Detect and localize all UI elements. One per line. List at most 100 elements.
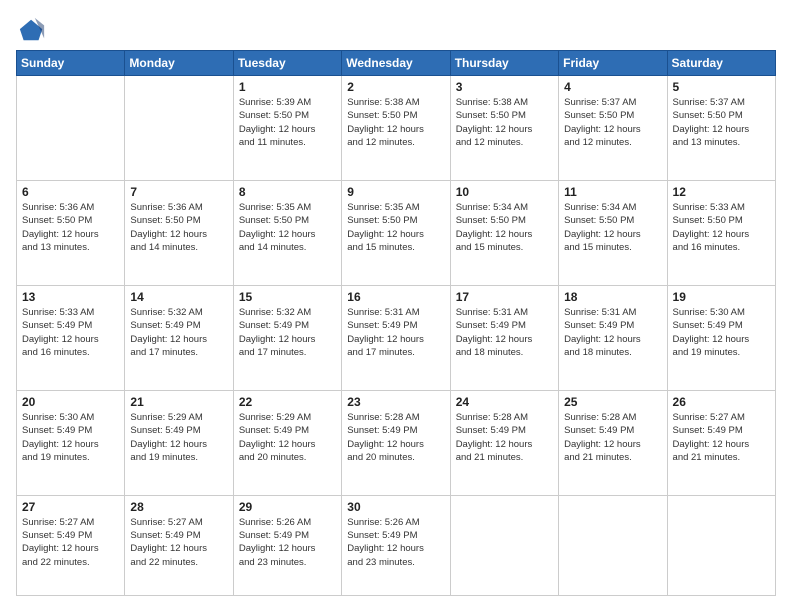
day-cell-16: 16Sunrise: 5:31 AM Sunset: 5:49 PM Dayli… <box>342 285 450 390</box>
day-number: 12 <box>673 185 770 199</box>
day-info: Sunrise: 5:38 AM Sunset: 5:50 PM Dayligh… <box>456 96 553 149</box>
day-cell-8: 8 Sunrise: 5:35 AM Sunset: 5:50 PM Daylig… <box>233 180 341 285</box>
day-info: Sunrise: 5:31 AM Sunset: 5:49 PM Dayligh… <box>564 306 661 359</box>
day-number: 11 <box>564 185 661 199</box>
day-cell-26: 26Sunrise: 5:27 AM Sunset: 5:49 PM Dayli… <box>667 390 775 495</box>
day-cell-15: 15 Sunrise: 5:32 AM Sunset: 5:49 PM Dayli… <box>233 285 341 390</box>
day-info: Sunrise: 5:30 AM Sunset: 5:49 PM Dayligh… <box>673 306 770 359</box>
day-number: 24 <box>456 395 553 409</box>
day-info: Sunrise: 5:28 AM Sunset: 5:49 PM Dayligh… <box>456 411 553 464</box>
day-cell-4: 4 Sunrise: 5:37 AM Sunset: 5:50 PM Daylig… <box>559 76 667 181</box>
day-info: Sunrise: 5:34 AM Sunset: 5:50 PM Dayligh… <box>564 201 661 254</box>
day-number: 8 <box>239 185 336 199</box>
day-number: 2 <box>347 80 444 94</box>
day-cell-18: 18 Sunrise: 5:31 AM Sunset: 5:49 PM Dayli… <box>559 285 667 390</box>
day-info: Sunrise: 5:32 AM Sunset: 5:49 PM Dayligh… <box>239 306 336 359</box>
day-number: 19 <box>673 290 770 304</box>
day-number: 16 <box>347 290 444 304</box>
day-cell-19: 19 Sunrise: 5:30 AM Sunset: 5:49 PM Dayli… <box>667 285 775 390</box>
day-number: 14 <box>130 290 227 304</box>
empty-cell <box>667 495 775 595</box>
day-cell-12: 12Sunrise: 5:33 AM Sunset: 5:50 PM Dayli… <box>667 180 775 285</box>
day-cell-25: 25 Sunrise: 5:28 AM Sunset: 5:49 PM Dayli… <box>559 390 667 495</box>
day-number: 27 <box>22 500 119 514</box>
day-info: Sunrise: 5:34 AM Sunset: 5:50 PM Dayligh… <box>456 201 553 254</box>
day-number: 21 <box>130 395 227 409</box>
day-header-tuesday: Tuesday <box>233 51 341 76</box>
day-number: 1 <box>239 80 336 94</box>
day-cell-11: 11 Sunrise: 5:34 AM Sunset: 5:50 PM Dayli… <box>559 180 667 285</box>
day-info: Sunrise: 5:26 AM Sunset: 5:49 PM Dayligh… <box>239 516 336 569</box>
day-number: 23 <box>347 395 444 409</box>
week-row-3: 13 Sunrise: 5:33 AM Sunset: 5:49 PM Dayli… <box>17 285 776 390</box>
day-cell-13: 13 Sunrise: 5:33 AM Sunset: 5:49 PM Dayli… <box>17 285 125 390</box>
day-header-sunday: Sunday <box>17 51 125 76</box>
week-row-2: 6 Sunrise: 5:36 AM Sunset: 5:50 PM Daylig… <box>17 180 776 285</box>
day-number: 25 <box>564 395 661 409</box>
day-cell-30: 30 Sunrise: 5:26 AM Sunset: 5:49 PM Dayli… <box>342 495 450 595</box>
day-header-monday: Monday <box>125 51 233 76</box>
day-info: Sunrise: 5:28 AM Sunset: 5:49 PM Dayligh… <box>564 411 661 464</box>
day-number: 18 <box>564 290 661 304</box>
day-info: Sunrise: 5:33 AM Sunset: 5:49 PM Dayligh… <box>22 306 119 359</box>
day-cell-27: 27Sunrise: 5:27 AM Sunset: 5:49 PM Dayli… <box>17 495 125 595</box>
day-cell-2: 2 Sunrise: 5:38 AM Sunset: 5:50 PM Daylig… <box>342 76 450 181</box>
empty-cell <box>17 76 125 181</box>
logo-icon <box>18 16 46 44</box>
day-number: 29 <box>239 500 336 514</box>
week-row-5: 27 Sunrise: 5:27 AM Sunset: 5:49 PM Dayli… <box>17 495 776 595</box>
day-info: Sunrise: 5:38 AM Sunset: 5:50 PM Dayligh… <box>347 96 444 149</box>
day-number: 10 <box>456 185 553 199</box>
day-cell-29: 29 Sunrise: 5:26 AM Sunset: 5:49 PM Dayli… <box>233 495 341 595</box>
day-number: 7 <box>130 185 227 199</box>
day-cell-17: 17Sunrise: 5:31 AM Sunset: 5:49 PM Dayli… <box>450 285 558 390</box>
day-cell-5: 5 Sunrise: 5:37 AM Sunset: 5:50 PM Daylig… <box>667 76 775 181</box>
logo <box>16 16 46 40</box>
day-number: 28 <box>130 500 227 514</box>
day-info: Sunrise: 5:36 AM Sunset: 5:50 PM Dayligh… <box>130 201 227 254</box>
day-info: Sunrise: 5:35 AM Sunset: 5:50 PM Dayligh… <box>347 201 444 254</box>
day-cell-9: 9 Sunrise: 5:35 AM Sunset: 5:50 PM Daylig… <box>342 180 450 285</box>
day-cell-22: 22Sunrise: 5:29 AM Sunset: 5:49 PM Dayli… <box>233 390 341 495</box>
day-info: Sunrise: 5:26 AM Sunset: 5:49 PM Dayligh… <box>347 516 444 569</box>
header <box>16 16 776 40</box>
day-info: Sunrise: 5:29 AM Sunset: 5:49 PM Dayligh… <box>239 411 336 464</box>
day-info: Sunrise: 5:32 AM Sunset: 5:49 PM Dayligh… <box>130 306 227 359</box>
day-number: 13 <box>22 290 119 304</box>
day-number: 9 <box>347 185 444 199</box>
page: SundayMondayTuesdayWednesdayThursdayFrid… <box>0 0 792 612</box>
day-number: 30 <box>347 500 444 514</box>
day-cell-28: 28 Sunrise: 5:27 AM Sunset: 5:49 PM Dayli… <box>125 495 233 595</box>
day-info: Sunrise: 5:29 AM Sunset: 5:49 PM Dayligh… <box>130 411 227 464</box>
day-cell-14: 14 Sunrise: 5:32 AM Sunset: 5:49 PM Dayli… <box>125 285 233 390</box>
day-header-saturday: Saturday <box>667 51 775 76</box>
header-row: SundayMondayTuesdayWednesdayThursdayFrid… <box>17 51 776 76</box>
empty-cell <box>125 76 233 181</box>
day-number: 15 <box>239 290 336 304</box>
day-cell-10: 10 Sunrise: 5:34 AM Sunset: 5:50 PM Dayli… <box>450 180 558 285</box>
day-info: Sunrise: 5:36 AM Sunset: 5:50 PM Dayligh… <box>22 201 119 254</box>
day-cell-24: 24 Sunrise: 5:28 AM Sunset: 5:49 PM Dayli… <box>450 390 558 495</box>
calendar: SundayMondayTuesdayWednesdayThursdayFrid… <box>16 50 776 596</box>
day-cell-21: 21 Sunrise: 5:29 AM Sunset: 5:49 PM Dayli… <box>125 390 233 495</box>
day-info: Sunrise: 5:39 AM Sunset: 5:50 PM Dayligh… <box>239 96 336 149</box>
day-number: 5 <box>673 80 770 94</box>
day-header-thursday: Thursday <box>450 51 558 76</box>
day-info: Sunrise: 5:37 AM Sunset: 5:50 PM Dayligh… <box>564 96 661 149</box>
empty-cell <box>559 495 667 595</box>
day-info: Sunrise: 5:31 AM Sunset: 5:49 PM Dayligh… <box>456 306 553 359</box>
day-info: Sunrise: 5:27 AM Sunset: 5:49 PM Dayligh… <box>673 411 770 464</box>
day-number: 4 <box>564 80 661 94</box>
day-number: 6 <box>22 185 119 199</box>
day-info: Sunrise: 5:35 AM Sunset: 5:50 PM Dayligh… <box>239 201 336 254</box>
week-row-1: 1 Sunrise: 5:39 AM Sunset: 5:50 PM Daylig… <box>17 76 776 181</box>
day-header-wednesday: Wednesday <box>342 51 450 76</box>
day-info: Sunrise: 5:37 AM Sunset: 5:50 PM Dayligh… <box>673 96 770 149</box>
day-cell-6: 6 Sunrise: 5:36 AM Sunset: 5:50 PM Daylig… <box>17 180 125 285</box>
day-cell-7: 7 Sunrise: 5:36 AM Sunset: 5:50 PM Daylig… <box>125 180 233 285</box>
day-cell-20: 20Sunrise: 5:30 AM Sunset: 5:49 PM Dayli… <box>17 390 125 495</box>
day-header-friday: Friday <box>559 51 667 76</box>
day-number: 3 <box>456 80 553 94</box>
day-info: Sunrise: 5:27 AM Sunset: 5:49 PM Dayligh… <box>130 516 227 569</box>
day-cell-23: 23Sunrise: 5:28 AM Sunset: 5:49 PM Dayli… <box>342 390 450 495</box>
